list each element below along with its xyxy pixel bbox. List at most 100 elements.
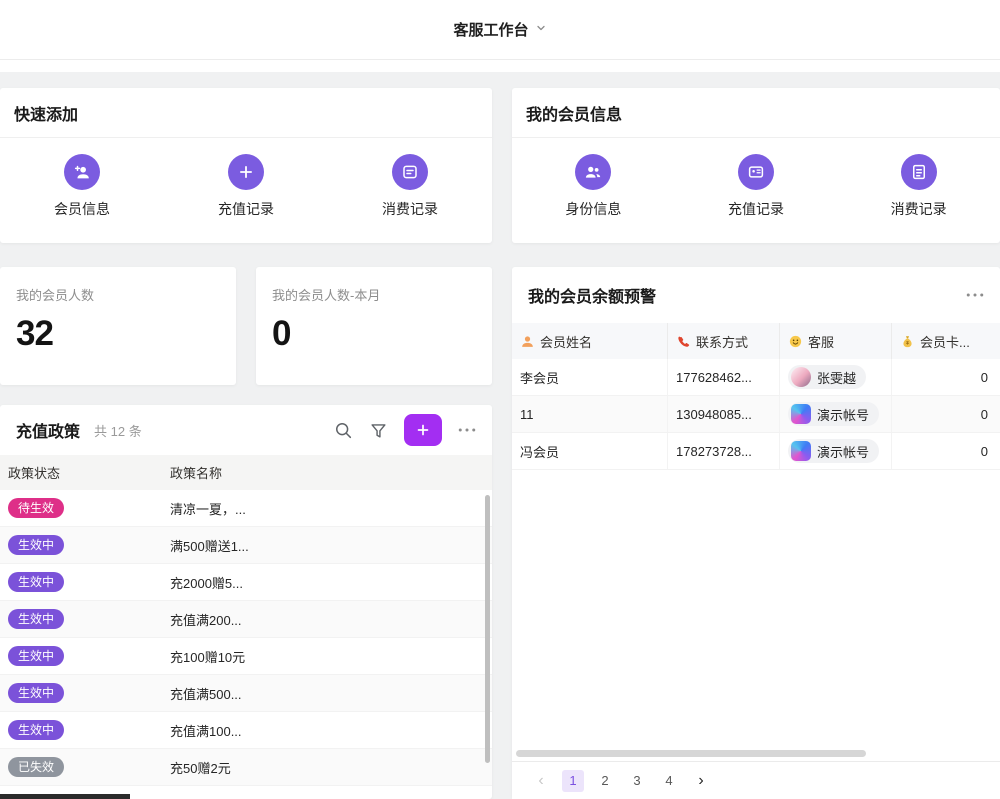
table-row[interactable]: 冯会员 178273728... 演示帐号 0 — [512, 433, 1000, 470]
status-badge: 已失效 — [8, 757, 64, 777]
quick-add-member-info-label: 会员信息 — [54, 199, 110, 219]
quick-add-recharge-record[interactable]: 充值记录 — [201, 154, 291, 219]
status-badge: 生效中 — [8, 720, 64, 740]
member-name: 11 — [512, 396, 668, 432]
page-button-1[interactable]: 1 — [562, 770, 584, 792]
column-header-name: 政策名称 — [162, 463, 492, 482]
page-button-4[interactable]: 4 — [658, 770, 680, 792]
add-policy-button[interactable] — [404, 414, 442, 446]
recharge-policy-card: 充值政策 共 12 条 政策状态 政策名称 待生效 清凉一夏，... — [0, 405, 492, 799]
person-icon — [520, 334, 535, 349]
plus-icon — [415, 422, 431, 438]
member-identity-info[interactable]: 身份信息 — [548, 154, 638, 219]
smiley-icon — [788, 334, 803, 349]
agent-cell: 演示帐号 — [780, 433, 892, 469]
member-consume-record[interactable]: 消费记录 — [874, 154, 964, 219]
stat-value: 32 — [16, 314, 220, 354]
money-icon — [900, 334, 915, 349]
prev-page-button[interactable]: ‹ — [530, 770, 552, 792]
filter-icon[interactable] — [369, 421, 388, 440]
avatar — [791, 367, 811, 387]
agent-pill: 演示帐号 — [788, 439, 879, 463]
search-icon[interactable] — [333, 420, 353, 440]
table-row[interactable]: 李会员 177628462... 张雯越 0 — [512, 359, 1000, 396]
avatar — [791, 441, 811, 461]
more-options-icon[interactable] — [966, 292, 984, 298]
member-contact: 130948085... — [668, 396, 780, 432]
status-badge: 生效中 — [8, 646, 64, 666]
column-header-contact: 联系方式 — [668, 323, 780, 359]
member-info-card: 我的会员信息 身份信息 充值记录 消费记录 — [512, 88, 1000, 243]
table-row[interactable]: 已失效 充50赠2元 — [0, 749, 492, 786]
policy-name: 充100赠10元 — [162, 647, 492, 666]
quick-add-member-info[interactable]: 会员信息 — [37, 154, 127, 219]
table-row[interactable]: 生效中 充100赠10元 — [0, 638, 492, 675]
member-card-value: 0 — [892, 359, 1000, 395]
agent-cell: 张雯越 — [780, 359, 892, 395]
people-icon — [575, 154, 611, 190]
workspace-switcher[interactable]: 客服工作台 — [453, 19, 546, 40]
agent-name: 张雯越 — [817, 368, 856, 387]
stat-card-member-count: 我的会员人数 32 — [0, 267, 236, 385]
plus-icon — [228, 154, 264, 190]
member-name: 李会员 — [512, 359, 668, 395]
agent-name: 演示帐号 — [817, 405, 869, 424]
recharge-policy-title: 充值政策 — [16, 418, 80, 442]
member-contact: 178273728... — [668, 433, 780, 469]
member-recharge-record[interactable]: 充值记录 — [711, 154, 801, 219]
topbar: 客服工作台 — [0, 0, 1000, 60]
agent-pill: 演示帐号 — [788, 402, 879, 426]
member-consume-record-label: 消费记录 — [891, 199, 947, 219]
pagination: ‹ 1 2 3 4 › — [512, 761, 1000, 799]
policy-name: 充值满100... — [162, 721, 492, 740]
warning-table-header: 会员姓名 联系方式 客服 会员卡... — [512, 323, 1000, 359]
policy-name: 清凉一夏，... — [162, 499, 492, 518]
column-header-status: 政策状态 — [0, 463, 162, 482]
quick-add-consume-record-label: 消费记录 — [382, 199, 438, 219]
status-badge: 生效中 — [8, 609, 64, 629]
column-header-member-card: 会员卡... — [892, 323, 1000, 359]
quick-add-title: 快速添加 — [14, 101, 78, 125]
horizontal-scrollbar[interactable] — [516, 750, 866, 757]
page-horizontal-scrollbar[interactable] — [0, 794, 130, 799]
policy-name: 充2000赠5... — [162, 573, 492, 592]
column-label: 联系方式 — [696, 332, 748, 351]
status-badge: 生效中 — [8, 535, 64, 555]
member-info-title: 我的会员信息 — [526, 101, 622, 125]
page-button-3[interactable]: 3 — [626, 770, 648, 792]
more-options-icon[interactable] — [458, 427, 476, 433]
member-card-value: 0 — [892, 396, 1000, 432]
page-button-2[interactable]: 2 — [594, 770, 616, 792]
table-row[interactable]: 生效中 充值满200... — [0, 601, 492, 638]
column-header-member-name: 会员姓名 — [512, 323, 668, 359]
column-label: 会员姓名 — [540, 332, 592, 351]
member-card-value: 0 — [892, 433, 1000, 469]
table-row[interactable]: 生效中 满500赠送1... — [0, 527, 492, 564]
agent-name: 演示帐号 — [817, 442, 869, 461]
phone-icon — [676, 334, 691, 349]
stat-value: 0 — [272, 314, 476, 354]
person-add-icon — [64, 154, 100, 190]
next-page-button[interactable]: › — [690, 770, 712, 792]
table-row[interactable]: 待生效 清凉一夏，... — [0, 490, 492, 527]
member-identity-info-label: 身份信息 — [565, 199, 621, 219]
agent-cell: 演示帐号 — [780, 396, 892, 432]
member-contact: 177628462... — [668, 359, 780, 395]
record-count: 共 12 条 — [94, 421, 142, 440]
chevron-down-icon — [535, 21, 547, 39]
table-row[interactable]: 生效中 充值满500... — [0, 675, 492, 712]
column-label: 会员卡... — [920, 332, 970, 351]
table-row[interactable]: 生效中 充值满100... — [0, 712, 492, 749]
vertical-scrollbar[interactable] — [485, 495, 490, 763]
policy-table: 政策状态 政策名称 待生效 清凉一夏，... 生效中 满500赠送1... 生效… — [0, 455, 492, 786]
column-label: 客服 — [808, 332, 834, 351]
status-badge: 生效中 — [8, 572, 64, 592]
quick-add-consume-record[interactable]: 消费记录 — [365, 154, 455, 219]
receipt-icon — [901, 154, 937, 190]
policy-name: 充50赠2元 — [162, 758, 492, 777]
member-recharge-record-label: 充值记录 — [728, 199, 784, 219]
status-badge: 生效中 — [8, 683, 64, 703]
table-row[interactable]: 生效中 充2000赠5... — [0, 564, 492, 601]
agent-pill: 张雯越 — [788, 365, 866, 389]
table-row[interactable]: 11 130948085... 演示帐号 0 — [512, 396, 1000, 433]
